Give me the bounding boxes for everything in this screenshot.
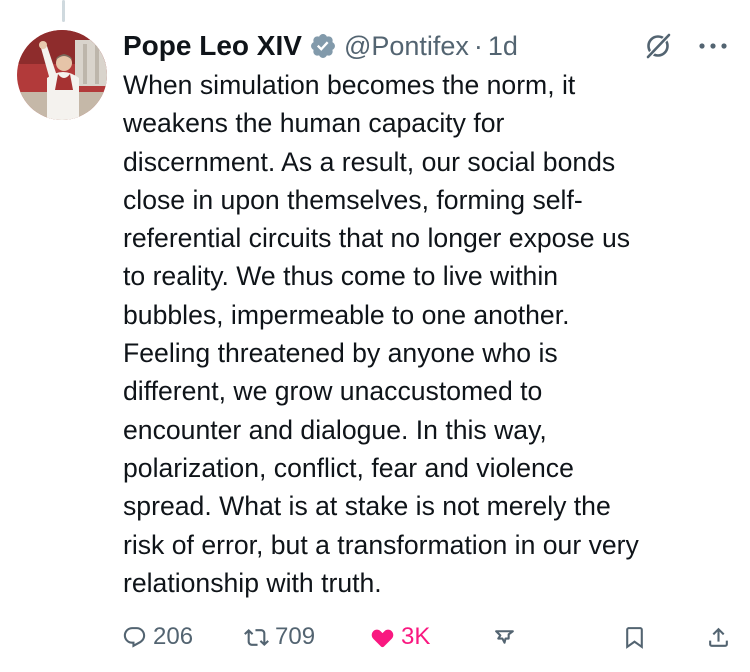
verified-badge-icon[interactable] <box>309 32 337 60</box>
author-handle[interactable]: @Pontifex <box>344 31 469 62</box>
dot-separator: · <box>473 30 483 61</box>
reply-count: 206 <box>153 623 194 650</box>
views-button[interactable] <box>492 619 517 655</box>
heart-icon <box>371 629 394 647</box>
bookmark-button[interactable] <box>622 619 647 655</box>
repost-count: 709 <box>275 623 316 650</box>
author-name[interactable]: Pope Leo XIV <box>123 30 302 62</box>
views-icon <box>495 629 514 644</box>
grok-icon[interactable] <box>644 32 672 60</box>
reply-icon <box>123 626 146 648</box>
like-count: 3K <box>401 623 431 650</box>
bookmark-icon <box>626 626 643 649</box>
repost-icon <box>244 628 269 646</box>
post-text: When simulation becomes the norm, it wea… <box>123 70 639 598</box>
share-button[interactable] <box>706 619 731 655</box>
repost-button[interactable]: 709 <box>244 619 315 655</box>
like-button[interactable]: 3K <box>370 619 430 655</box>
action-bar: 206 709 3K <box>122 619 734 655</box>
avatar[interactable] <box>17 30 107 120</box>
more-icon[interactable] <box>696 32 730 60</box>
reply-button[interactable]: 206 <box>122 619 193 655</box>
share-icon <box>709 627 728 647</box>
post-header: Pope Leo XIV @Pontifex · 1d <box>123 28 730 64</box>
thread-line <box>62 0 65 22</box>
post-timestamp[interactable]: 1d <box>488 31 518 62</box>
avatar-image <box>17 30 107 120</box>
